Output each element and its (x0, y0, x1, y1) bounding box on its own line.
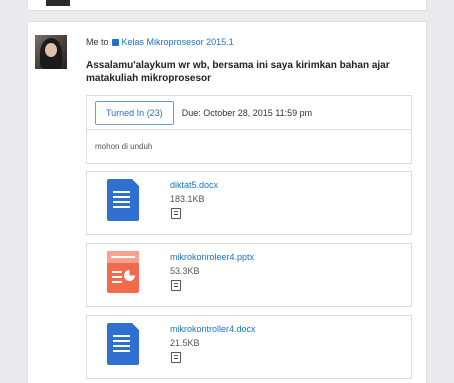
class-square-icon (111, 38, 119, 46)
note-icon[interactable] (171, 280, 181, 291)
file-attachment[interactable]: diktat5.docx 183.1KB (86, 171, 412, 235)
file-name[interactable]: mikrokontroller4.docx (170, 324, 256, 334)
post-author[interactable]: Me (86, 37, 99, 47)
file-name[interactable]: mikrokonroleer4.pptx (170, 252, 254, 262)
file-attachment[interactable]: mikrokontroller4.docx 21.5KB (86, 315, 412, 379)
assignment-description: mohon di unduh (95, 142, 153, 151)
due-date: Due: October 28, 2015 11:59 pm (181, 107, 313, 118)
powerpoint-icon (107, 251, 139, 293)
assignment-top-row: Turned In (23) Due: October 28, 2015 11:… (87, 96, 411, 130)
word-document-icon (107, 323, 139, 365)
file-size: 21.5KB (170, 338, 200, 348)
note-icon[interactable] (171, 208, 181, 219)
file-attachment[interactable]: mikrokonroleer4.pptx 53.3KB (86, 243, 412, 307)
word-document-icon (107, 179, 139, 221)
avatar[interactable] (35, 35, 67, 69)
assignment-box: Turned In (23) Due: October 28, 2015 11:… (86, 95, 412, 164)
class-link[interactable]: Kelas Mikroprosesor 2015.1 (122, 37, 234, 47)
turned-in-button[interactable]: Turned In (23) (95, 100, 174, 125)
file-name[interactable]: diktat5.docx (170, 180, 218, 190)
previous-post-avatar (46, 0, 70, 6)
post-card: Me to Kelas Mikroprosesor 2015.1 Assalam… (27, 21, 427, 383)
file-size: 53.3KB (170, 266, 200, 276)
file-size: 183.1KB (170, 194, 205, 204)
post-message: Assalamu'alaykum wr wb, bersama ini saya… (86, 60, 390, 84)
note-icon[interactable] (171, 352, 181, 363)
avatar-face (45, 43, 57, 57)
post-header: Me to Kelas Mikroprosesor 2015.1 (86, 37, 234, 47)
post-to-word: to (101, 37, 109, 47)
previous-post-card (27, 0, 427, 11)
